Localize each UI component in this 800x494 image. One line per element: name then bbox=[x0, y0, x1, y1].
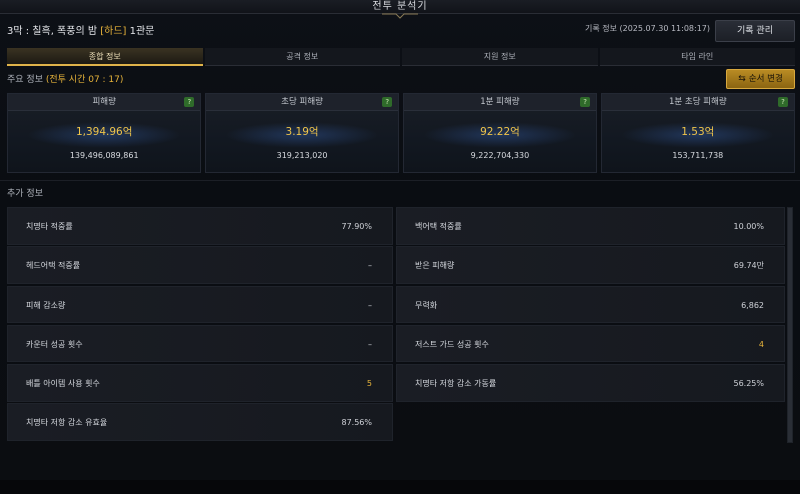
record-manage-button[interactable]: 기록 관리 bbox=[715, 20, 795, 42]
stat-label: 받은 피해량 bbox=[415, 261, 455, 271]
swap-icon: ⇆ bbox=[738, 74, 746, 84]
list-item: 치명타 저항 감소 가동률 56.25% bbox=[396, 364, 785, 402]
divider bbox=[0, 180, 800, 181]
battle-time: (전투 시간 07 : 17) bbox=[45, 75, 124, 85]
stat-value: 77.90% bbox=[341, 222, 372, 231]
list-item: 저스트 가드 성공 횟수 4 bbox=[396, 324, 785, 363]
difficulty-label: [하드] bbox=[100, 26, 127, 37]
stat-label: 배틀 아이템 사용 횟수 bbox=[26, 379, 100, 389]
order-change-button[interactable]: ⇆ 순서 변경 bbox=[726, 69, 795, 89]
card-title: 피해량 bbox=[8, 94, 201, 111]
help-icon[interactable]: ? bbox=[184, 97, 195, 107]
list-item: 받은 피해량 69.74만 bbox=[396, 246, 785, 284]
stage-title: 3막 : 칠흑, 폭풍의 밤 [하드] 1관문 bbox=[7, 22, 154, 37]
stat-label: 무력화 bbox=[415, 300, 438, 310]
card-main-value: 3.19억 bbox=[285, 126, 319, 138]
scroll-thumb[interactable] bbox=[788, 208, 792, 442]
main-info-label: 주요 정보 bbox=[7, 75, 43, 85]
card-main-value: 1,394.96억 bbox=[75, 126, 133, 138]
stat-value: 10.00% bbox=[733, 222, 764, 231]
stat-value: – bbox=[368, 300, 372, 310]
stat-cards: 피해량 ? 1,394.96억 139,496,089,861 초당 피해량 ?… bbox=[7, 93, 795, 173]
gate-label: 1관문 bbox=[126, 26, 155, 37]
card-title: 1분 피해량 bbox=[403, 94, 597, 111]
stat-label: 헤드어택 적중률 bbox=[26, 261, 81, 271]
stat-card-dps: 초당 피해량 ? 3.19억 319,213,020 bbox=[204, 93, 400, 173]
card-sub-value: 9,222,704,330 bbox=[470, 151, 530, 160]
stage-name: 3막 : 칠흑, 폭풍의 밤 bbox=[7, 26, 101, 37]
tab-bar: 종합 정보 공격 정보 지원 정보 타임 라인 bbox=[7, 48, 795, 66]
help-icon[interactable]: ? bbox=[778, 97, 788, 107]
list-item: 헤드어택 적중률 – bbox=[7, 246, 393, 284]
stat-value: 56.25% bbox=[733, 379, 764, 389]
stat-card-damage-per-minute: 1분 피해량 ? 92.22억 9,222,704,330 bbox=[402, 93, 598, 173]
stat-label: 피해 감소량 bbox=[26, 300, 66, 310]
tab-attack[interactable]: 공격 정보 bbox=[204, 48, 400, 66]
card-main-value: 1.53억 bbox=[681, 126, 715, 138]
list-item: 치명타 적중률 77.90% bbox=[7, 207, 393, 245]
stat-value: – bbox=[368, 261, 372, 271]
extra-info-left-column: 치명타 적중률 77.90% 헤드어택 적중률 – 피해 감소량 – 카운터 성… bbox=[7, 207, 393, 443]
list-item: 무력화 6,862 bbox=[396, 285, 785, 324]
stat-label: 카운터 성공 횟수 bbox=[26, 339, 83, 349]
record-timestamp: 기록 정보 (2025.07.30 11:08:17) bbox=[584, 24, 710, 33]
list-item: 백어택 적중률 10.00% bbox=[396, 207, 785, 245]
stat-value: 5 bbox=[366, 379, 372, 389]
help-icon[interactable]: ? bbox=[382, 97, 393, 107]
stat-value: 69.74만 bbox=[733, 261, 764, 271]
stat-card-damage: 피해량 ? 1,394.96억 139,496,089,861 bbox=[7, 93, 202, 173]
stat-value: 4 bbox=[758, 339, 764, 349]
extra-info-table: 치명타 적중률 77.90% 헤드어택 적중률 – 피해 감소량 – 카운터 성… bbox=[7, 207, 789, 443]
extra-info-right-column: 백어택 적중률 10.00% 받은 피해량 69.74만 무력화 6,862 저… bbox=[396, 207, 785, 403]
card-title: 1분 초당 피해량 bbox=[601, 94, 794, 111]
card-main-value: 92.22억 bbox=[480, 126, 520, 138]
stat-value: 6,862 bbox=[741, 300, 764, 310]
list-item: 피해 감소량 – bbox=[7, 285, 393, 324]
tab-support[interactable]: 지원 정보 bbox=[402, 48, 598, 66]
stat-value: 87.56% bbox=[341, 418, 372, 428]
stat-label: 치명타 저항 감소 가동률 bbox=[415, 379, 497, 389]
stat-card-dps-per-minute: 1분 초당 피해량 ? 1.53억 153,711,738 bbox=[600, 93, 795, 173]
order-change-label: 순서 변경 bbox=[748, 74, 783, 84]
tab-timeline[interactable]: 타임 라인 bbox=[599, 48, 795, 66]
tab-summary[interactable]: 종합 정보 bbox=[7, 48, 203, 66]
stat-value: – bbox=[368, 339, 372, 349]
help-icon[interactable]: ? bbox=[580, 97, 591, 107]
stat-label: 치명타 저항 감소 유효율 bbox=[26, 418, 108, 428]
stat-label: 저스트 가드 성공 횟수 bbox=[415, 339, 489, 349]
card-sub-value: 139,496,089,861 bbox=[69, 151, 139, 160]
extra-info-label: 추가 정보 bbox=[7, 189, 43, 199]
bottom-strip bbox=[0, 480, 800, 494]
stat-label: 백어택 적중률 bbox=[415, 222, 462, 231]
card-sub-value: 153,711,738 bbox=[672, 151, 724, 160]
title-bar: 전투 분석기 bbox=[0, 0, 800, 19]
stat-label: 치명타 적중률 bbox=[26, 222, 73, 231]
list-item: 배틀 아이템 사용 횟수 5 bbox=[7, 364, 393, 402]
main-info-heading: 주요 정보 (전투 시간 07 : 17) bbox=[7, 72, 123, 85]
card-title: 초당 피해량 bbox=[205, 94, 399, 111]
window-title: 전투 분석기 bbox=[372, 1, 428, 12]
list-item: 치명타 저항 감소 유효율 87.56% bbox=[7, 403, 393, 441]
battle-analyzer-window: 전투 분석기 3막 : 칠흑, 폭풍의 밤 [하드] 1관문 기록 정보 (20… bbox=[0, 0, 800, 494]
scrollbar[interactable] bbox=[787, 207, 793, 443]
card-sub-value: 319,213,020 bbox=[276, 151, 328, 160]
ornament-icon bbox=[382, 13, 418, 19]
list-item: 카운터 성공 횟수 – bbox=[7, 324, 393, 363]
